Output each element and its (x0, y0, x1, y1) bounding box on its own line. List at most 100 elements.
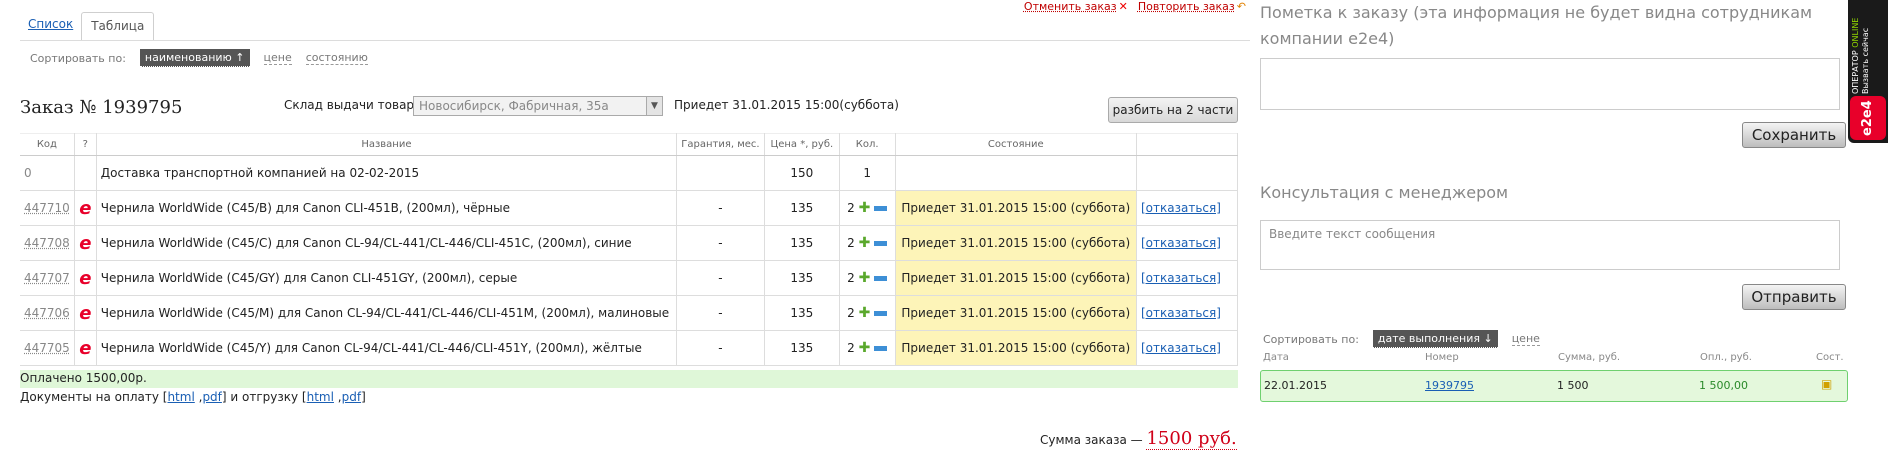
minus-icon[interactable] (874, 206, 888, 211)
history-number[interactable]: 1939795 (1425, 379, 1474, 392)
history-header: Дата Номер Сумма, руб. Опл., руб. Сост. (1263, 352, 1848, 366)
sort-by-state[interactable]: состоянию (305, 51, 368, 65)
col-state: Состояние (895, 133, 1137, 156)
minus-icon[interactable] (874, 276, 888, 281)
e2e4-brand-icon: e (74, 225, 97, 261)
shipment-html-link[interactable]: html (307, 390, 334, 404)
minus-icon[interactable] (874, 311, 888, 316)
plus-icon[interactable]: ✚ (859, 305, 871, 321)
tab-list[interactable]: Список (20, 17, 81, 41)
cancel-order-link[interactable]: Отменить заказ (1024, 0, 1117, 13)
history-sum: 1 500 (1557, 379, 1589, 392)
table-row: 447706 e Чернила WorldWide (C45/M) для C… (20, 295, 1239, 331)
col-qty: Кол. (839, 133, 896, 156)
table-row: 447710 e Чернила WorldWide (C45/B) для C… (20, 190, 1239, 226)
item-code[interactable]: 447706 (20, 295, 75, 331)
repeat-order-action[interactable]: Повторить заказ ↶ (1138, 0, 1246, 13)
sort-by-name[interactable]: наименованию ↑ (139, 49, 250, 67)
item-price: 135 (764, 295, 840, 331)
warehouse-value: Новосибирск, Фабричная, 35а (419, 99, 609, 113)
table-header-row: Код ? Название Гарантия, мес. Цена *, ру… (20, 133, 1239, 156)
table-row: 447708 e Чернила WorldWide (C45/C) для C… (20, 225, 1239, 261)
refuse-link[interactable]: [отказаться] (1141, 306, 1221, 320)
e2e4-logo-icon: e2e4 (1850, 96, 1886, 140)
item-name: Чернила WorldWide (C45/C) для Canon CL-9… (96, 225, 678, 261)
item-state: Приедет 31.01.2015 15:00 (суббота) (895, 295, 1137, 331)
note-title: Пометка к заказу (эта информация не буде… (1260, 3, 1813, 48)
refuse-link[interactable]: [отказаться] (1141, 201, 1221, 215)
item-qty-cell: 2 ✚ (839, 260, 896, 296)
col-code: Код (20, 133, 75, 156)
tab-table[interactable]: Таблица (81, 12, 155, 41)
tabs-divider (20, 40, 1250, 41)
plus-icon[interactable]: ✚ (859, 270, 871, 286)
item-action-cell: [отказаться] (1136, 225, 1239, 261)
close-icon: ✕ (1118, 0, 1128, 13)
chevron-down-icon[interactable]: ▼ (646, 97, 662, 115)
refuse-link[interactable]: [отказаться] (1141, 236, 1221, 250)
item-qty: 2 (847, 201, 855, 215)
history-row[interactable]: 22.01.2015 1939795 1 500 1 500,00 ▣ (1260, 370, 1848, 402)
minus-icon[interactable] (874, 241, 888, 246)
documents-links: Документы на оплату [html ,pdf] и отгруз… (20, 390, 366, 404)
item-action-cell: [отказаться] (1136, 295, 1239, 331)
split-order-button[interactable]: разбить на 2 части (1108, 97, 1238, 123)
operator-text: ОПЕРАТОР ONLINE Вызвать сейчас (1851, 4, 1885, 94)
item-action-cell: [отказаться] (1136, 260, 1239, 296)
shipment-pdf-link[interactable]: pdf (342, 390, 361, 404)
plus-icon[interactable]: ✚ (859, 340, 871, 356)
cancel-order-action[interactable]: Отменить заказ ✕ (1024, 0, 1128, 13)
delivery-code: 0 (20, 155, 75, 191)
item-action-cell: [отказаться] (1136, 330, 1239, 366)
payment-pdf-link[interactable]: pdf (202, 390, 221, 404)
paid-status: Оплачено 1500,00р. (20, 370, 1238, 388)
view-tabs: Список Таблица (20, 11, 155, 41)
history-col-state: Сост. (1816, 352, 1844, 363)
delivery-qty: 1 (839, 155, 896, 191)
item-qty-cell: 2 ✚ (839, 225, 896, 261)
delivery-name: Доставка транспортной компанией на 02-02… (96, 155, 678, 191)
total-value: 1500 руб. (1146, 428, 1237, 450)
item-qty: 2 (847, 306, 855, 320)
refuse-link[interactable]: [отказаться] (1141, 271, 1221, 285)
refuse-link[interactable]: [отказаться] (1141, 341, 1221, 355)
payment-html-link[interactable]: html (167, 390, 194, 404)
warehouse-select[interactable]: Новосибирск, Фабричная, 35а ▼ (413, 96, 663, 116)
truck-icon: ▣ (1821, 377, 1833, 391)
item-state: Приедет 31.01.2015 15:00 (суббота) (895, 225, 1137, 261)
history-order-link[interactable]: 1939795 (1425, 379, 1474, 392)
item-code[interactable]: 447705 (20, 330, 75, 366)
call-now-label: Вызвать сейчас (1861, 27, 1870, 94)
item-code[interactable]: 447710 (20, 190, 75, 226)
order-actions: Отменить заказ ✕ Повторить заказ ↶ (1024, 0, 1246, 13)
item-name: Чернила WorldWide (C45/GY) для Canon CLI… (96, 260, 678, 296)
sort-label: Сортировать по: (30, 51, 126, 65)
delivery-warranty (676, 155, 765, 191)
col-help: ? (74, 133, 97, 156)
item-price: 135 (764, 225, 840, 261)
item-warranty: - (676, 330, 765, 366)
plus-icon[interactable]: ✚ (859, 200, 871, 216)
save-note-button[interactable]: Сохранить (1742, 122, 1846, 148)
item-warranty: - (676, 295, 765, 331)
operator-online-widget[interactable]: ОПЕРАТОР ONLINE Вызвать сейчас e2e4 (1848, 0, 1888, 143)
online-label: ONLINE (1851, 17, 1860, 48)
minus-icon[interactable] (874, 346, 888, 351)
item-code[interactable]: 447708 (20, 225, 75, 261)
warehouse-label: Склад выдачи товара: (284, 98, 426, 112)
e2e4-brand-icon: e (74, 190, 97, 226)
order-note-textarea[interactable] (1260, 58, 1840, 110)
message-textarea[interactable]: Введите текст сообщения (1260, 220, 1840, 270)
send-message-button[interactable]: Отправить (1742, 284, 1846, 310)
delivery-help-cell (74, 155, 97, 191)
sort-by-date[interactable]: дате выполнения ↓ (1372, 330, 1498, 348)
item-state: Приедет 31.01.2015 15:00 (суббота) (895, 330, 1137, 366)
history-sort-label: Сортировать по: (1263, 332, 1359, 346)
item-name: Чернила WorldWide (C45/Y) для Canon CL-9… (96, 330, 678, 366)
history-sort-by-price[interactable]: цене (1511, 332, 1540, 346)
repeat-order-link[interactable]: Повторить заказ (1138, 0, 1235, 13)
item-code[interactable]: 447707 (20, 260, 75, 296)
item-price: 135 (764, 330, 840, 366)
plus-icon[interactable]: ✚ (859, 235, 871, 251)
sort-by-price[interactable]: цене (263, 51, 292, 65)
